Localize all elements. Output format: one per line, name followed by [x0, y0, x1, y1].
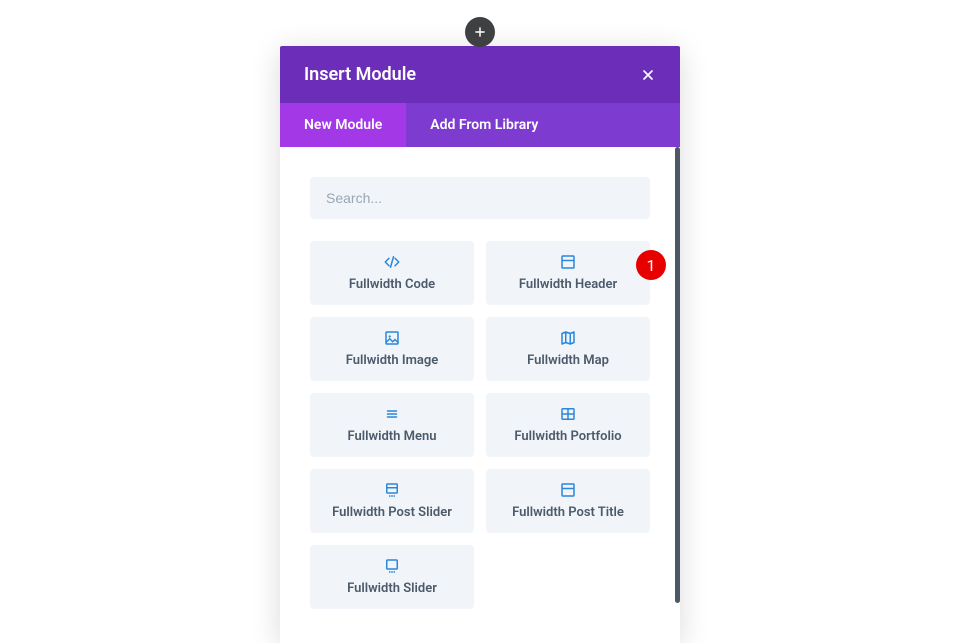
- module-fullwidth-map[interactable]: Fullwidth Map: [486, 317, 650, 381]
- add-section-button[interactable]: [465, 17, 495, 47]
- module-grid: Fullwidth Code 1 Fullwidth Header Fullwi…: [310, 241, 650, 609]
- scrollbar-thumb[interactable]: [675, 147, 680, 603]
- module-label: Fullwidth Slider: [318, 581, 466, 596]
- module-label: Fullwidth Header: [494, 277, 642, 292]
- close-button[interactable]: [640, 67, 656, 83]
- post-slider-icon: [318, 481, 466, 499]
- modal-header: Insert Module: [280, 46, 680, 103]
- module-label: Fullwidth Image: [318, 353, 466, 368]
- module-fullwidth-post-title[interactable]: Fullwidth Post Title: [486, 469, 650, 533]
- post-title-icon: [494, 481, 642, 499]
- callout-badge: 1: [636, 250, 666, 280]
- search-input[interactable]: [310, 177, 650, 219]
- insert-module-modal: Insert Module New Module Add From Librar…: [280, 46, 680, 643]
- module-fullwidth-slider[interactable]: Fullwidth Slider: [310, 545, 474, 609]
- menu-icon: [318, 405, 466, 423]
- module-label: Fullwidth Code: [318, 277, 466, 292]
- module-fullwidth-code[interactable]: Fullwidth Code: [310, 241, 474, 305]
- scrollbar[interactable]: [675, 147, 680, 643]
- portfolio-icon: [494, 405, 642, 423]
- module-label: Fullwidth Menu: [318, 429, 466, 444]
- plus-icon: [473, 25, 487, 39]
- module-fullwidth-menu[interactable]: Fullwidth Menu: [310, 393, 474, 457]
- modal-tabs: New Module Add From Library: [280, 103, 680, 147]
- module-label: Fullwidth Post Title: [494, 505, 642, 520]
- module-fullwidth-post-slider[interactable]: Fullwidth Post Slider: [310, 469, 474, 533]
- module-fullwidth-header[interactable]: 1 Fullwidth Header: [486, 241, 650, 305]
- modal-body: Fullwidth Code 1 Fullwidth Header Fullwi…: [280, 147, 680, 643]
- image-icon: [318, 329, 466, 347]
- code-icon: [318, 253, 466, 271]
- tab-new-module[interactable]: New Module: [280, 103, 406, 147]
- slider-icon: [318, 557, 466, 575]
- map-icon: [494, 329, 642, 347]
- close-icon: [640, 67, 656, 83]
- header-icon: [494, 253, 642, 271]
- module-fullwidth-image[interactable]: Fullwidth Image: [310, 317, 474, 381]
- module-label: Fullwidth Portfolio: [494, 429, 642, 444]
- modal-title: Insert Module: [304, 64, 416, 85]
- module-fullwidth-portfolio[interactable]: Fullwidth Portfolio: [486, 393, 650, 457]
- module-label: Fullwidth Map: [494, 353, 642, 368]
- module-label: Fullwidth Post Slider: [318, 505, 466, 520]
- tab-add-from-library[interactable]: Add From Library: [406, 103, 562, 147]
